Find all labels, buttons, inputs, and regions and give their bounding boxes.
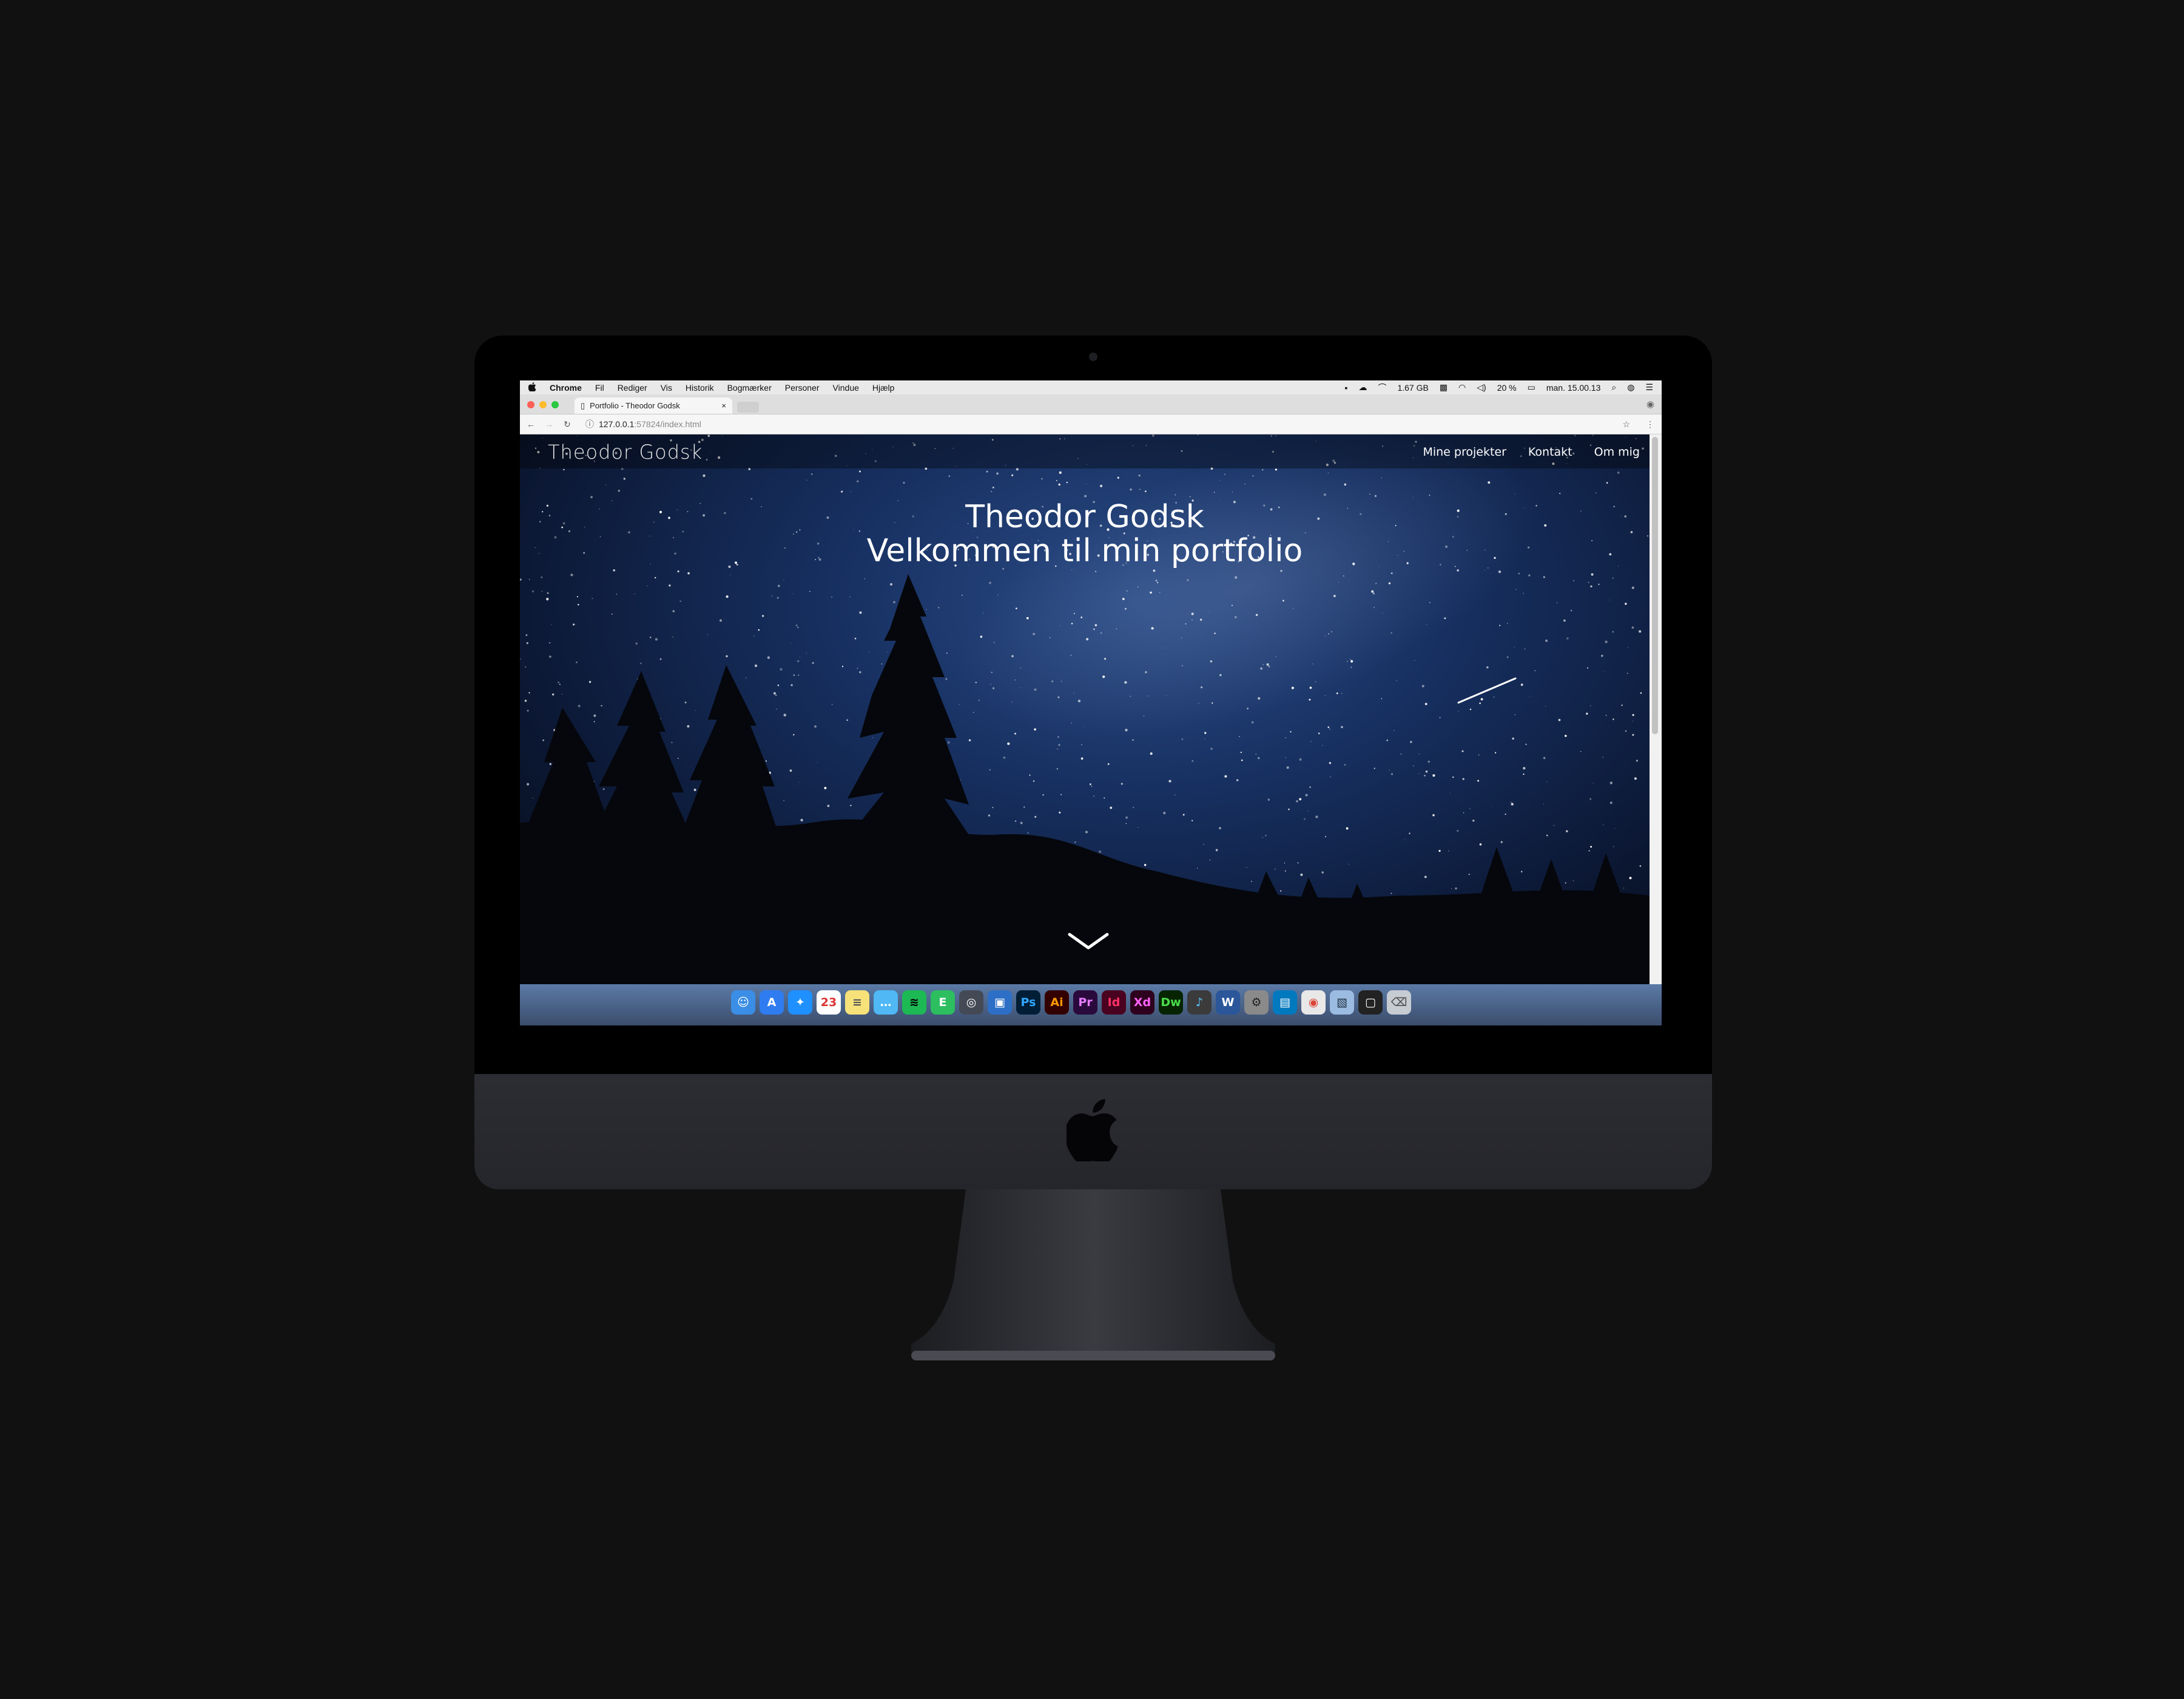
paperclip-icon[interactable]: ⌒ bbox=[1378, 382, 1386, 394]
reload-icon[interactable]: ↻ bbox=[560, 419, 575, 430]
dock-trash-icon[interactable]: ⌫ bbox=[1387, 990, 1411, 1015]
dock-apps: ☺ A ✦ 23 ≡… ≋ E ◎ ▣ Ps Ai Pr Id Xd Dw ♪ W ⚙ ▤ ◉ ▧ ▢ ⌫ bbox=[731, 990, 1415, 1015]
notification-center-icon[interactable]: ☰ bbox=[1645, 382, 1653, 393]
url-path: :57824/index.html bbox=[634, 419, 701, 429]
dock-launchpad-icon[interactable]: ◎ bbox=[959, 990, 983, 1015]
site-nav: Mine projekter Kontakt Om mig bbox=[1401, 445, 1640, 459]
webpage-viewport: Theodor Godsk Mine projekter Kontakt Om … bbox=[520, 434, 1650, 984]
dock-downloads-icon[interactable]: ▢ bbox=[1358, 990, 1383, 1015]
browser-toolbar: ← → ↻ ⓘ 127.0.0.1 :57824/index.html ☆ ⋮ bbox=[520, 414, 1662, 434]
notification-icon[interactable]: ▪ bbox=[1344, 383, 1347, 393]
dock-trello-icon[interactable]: ▤ bbox=[1273, 990, 1297, 1015]
dock-preferences-icon[interactable]: ⚙ bbox=[1244, 990, 1269, 1015]
dock-messages-icon[interactable]: … bbox=[874, 990, 898, 1015]
mac-menubar: Chrome Fil Rediger Vis Historik Bogmærke… bbox=[520, 380, 1662, 394]
wifi-icon[interactable]: ◠ bbox=[1458, 382, 1466, 393]
menu-historik[interactable]: Historik bbox=[686, 383, 714, 393]
menu-rediger[interactable]: Rediger bbox=[618, 383, 647, 393]
dock-dreamweaver-icon[interactable]: Dw bbox=[1159, 990, 1183, 1015]
scroll-down-chevron-icon[interactable] bbox=[1067, 931, 1110, 951]
dock-chrome-icon[interactable]: ◉ bbox=[1301, 990, 1326, 1015]
page-scrollbar[interactable] bbox=[1650, 434, 1662, 984]
tab-close-icon[interactable]: × bbox=[721, 401, 726, 410]
volume-icon[interactable]: ◁) bbox=[1477, 382, 1486, 393]
menu-dots-icon[interactable]: ⋮ bbox=[1646, 419, 1654, 430]
menu-vis[interactable]: Vis bbox=[661, 383, 672, 393]
back-icon[interactable]: ← bbox=[524, 419, 538, 429]
scrollbar-thumb[interactable] bbox=[1652, 437, 1658, 734]
url-host: 127.0.0.1 bbox=[599, 419, 635, 429]
minimize-window-button[interactable] bbox=[539, 401, 547, 408]
forward-icon[interactable]: → bbox=[542, 419, 556, 429]
cloud-icon[interactable]: ☁ bbox=[1358, 382, 1367, 393]
dock-photoshop-icon[interactable]: Ps bbox=[1016, 990, 1040, 1015]
dock-illustrator-icon[interactable]: Ai bbox=[1045, 990, 1069, 1015]
browser-tabstrip: ▯ Portfolio - Theodor Godsk × ◉ bbox=[520, 394, 1662, 414]
menu-hjaelp[interactable]: Hjælp bbox=[872, 383, 895, 393]
close-window-button[interactable] bbox=[527, 401, 534, 408]
memory-status[interactable]: 1.67 GB bbox=[1397, 383, 1428, 393]
site-header: Theodor Godsk Mine projekter Kontakt Om … bbox=[520, 434, 1650, 468]
dock-spotify-icon[interactable]: ≋ bbox=[902, 990, 926, 1015]
display-icon[interactable]: ▩ bbox=[1440, 382, 1448, 393]
tab-title: Portfolio - Theodor Godsk bbox=[590, 401, 680, 410]
dock-finder-icon[interactable]: ☺ bbox=[731, 990, 755, 1015]
profile-icon[interactable]: ◉ bbox=[1646, 399, 1654, 410]
dock-screenshot-icon[interactable]: ▣ bbox=[988, 990, 1012, 1015]
nav-kontakt[interactable]: Kontakt bbox=[1528, 445, 1572, 459]
new-tab-button[interactable] bbox=[737, 402, 759, 413]
menu-vindue[interactable]: Vindue bbox=[833, 383, 859, 393]
dock-premiere-icon[interactable]: Pr bbox=[1073, 990, 1097, 1015]
dock-preview-icon[interactable]: ▧ bbox=[1330, 990, 1354, 1015]
hero-subtitle: Velkommen til min portfolio bbox=[866, 533, 1303, 569]
page-icon: ▯ bbox=[581, 400, 585, 410]
dock-appstore-icon[interactable]: A bbox=[760, 990, 784, 1015]
dock-itunes-icon[interactable]: ♪ bbox=[1187, 990, 1212, 1015]
apple-menu-icon[interactable] bbox=[528, 382, 536, 393]
dock-evernote-icon[interactable]: E bbox=[931, 990, 955, 1015]
dock-xd-icon[interactable]: Xd bbox=[1130, 990, 1154, 1015]
imac-chin bbox=[474, 1074, 1712, 1189]
nav-mine-projekter[interactable]: Mine projekter bbox=[1423, 445, 1506, 459]
battery-icon[interactable]: ▭ bbox=[1528, 382, 1535, 393]
imac-stand bbox=[911, 1189, 1275, 1360]
bookmark-star-icon[interactable]: ☆ bbox=[1622, 419, 1630, 430]
hero: Theodor Godsk Velkommen til min portfoli… bbox=[520, 500, 1650, 568]
dock-safari-icon[interactable]: ✦ bbox=[788, 990, 812, 1015]
menu-bogmaerker[interactable]: Bogmærker bbox=[727, 383, 772, 393]
spotlight-icon[interactable]: ⌕ bbox=[1611, 382, 1616, 393]
screen: Chrome Fil Rediger Vis Historik Bogmærke… bbox=[520, 380, 1662, 1025]
dock-indesign-icon[interactable]: Id bbox=[1102, 990, 1126, 1015]
mac-dock: ☺ A ✦ 23 ≡… ≋ E ◎ ▣ Ps Ai Pr Id Xd Dw ♪ W ⚙ ▤ ◉ ▧ ▢ ⌫ bbox=[520, 984, 1662, 1025]
siri-icon[interactable]: ◍ bbox=[1627, 382, 1634, 393]
camera bbox=[1089, 353, 1097, 361]
info-icon[interactable]: ⓘ bbox=[585, 418, 594, 430]
dock-word-icon[interactable]: W bbox=[1216, 990, 1240, 1015]
nav-om-mig[interactable]: Om mig bbox=[1594, 445, 1640, 459]
browser-tab[interactable]: ▯ Portfolio - Theodor Godsk × bbox=[575, 397, 732, 414]
apple-logo-icon bbox=[1067, 1099, 1118, 1161]
menu-app-name[interactable]: Chrome bbox=[550, 383, 582, 393]
zoom-window-button[interactable] bbox=[551, 401, 559, 408]
menubar-clock[interactable]: man. 15.00.13 bbox=[1546, 383, 1601, 393]
battery-status[interactable]: 20 % bbox=[1497, 383, 1517, 393]
hero-title: Theodor Godsk bbox=[965, 499, 1204, 535]
dock-calendar-icon[interactable]: 23 bbox=[817, 990, 841, 1015]
site-brand[interactable]: Theodor Godsk bbox=[548, 441, 703, 464]
dock-notes-icon[interactable]: ≡ bbox=[845, 990, 869, 1015]
menu-personer[interactable]: Personer bbox=[785, 383, 820, 393]
menu-fil[interactable]: Fil bbox=[595, 383, 604, 393]
address-bar[interactable]: ⓘ 127.0.0.1 :57824/index.html bbox=[585, 418, 1622, 430]
